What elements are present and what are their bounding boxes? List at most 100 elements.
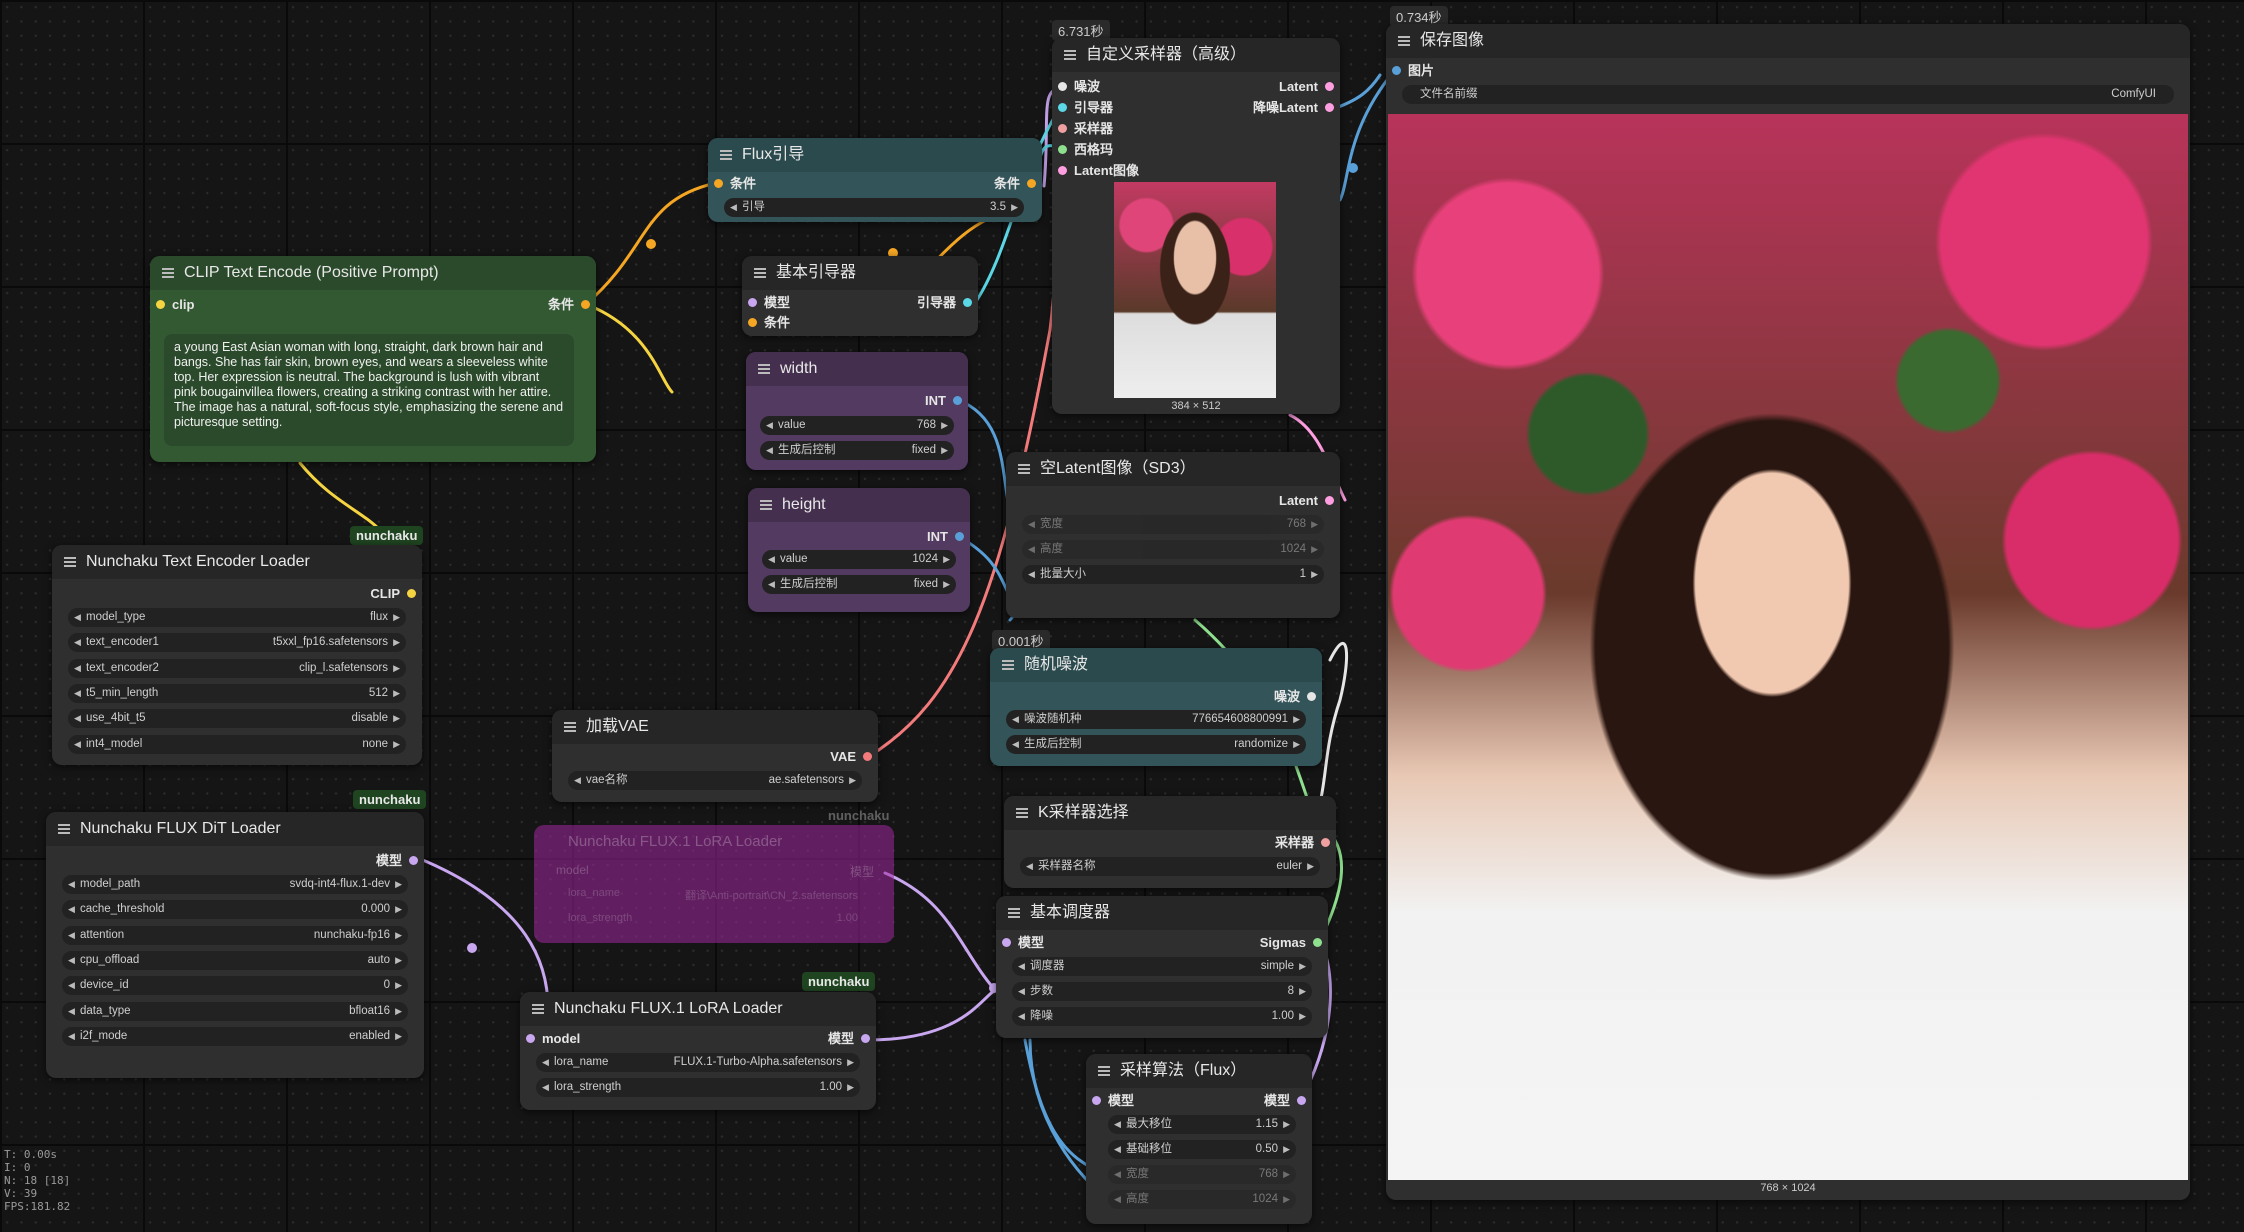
cache-threshold-widget[interactable]: ◀ cache_threshold 0.000 ▶: [62, 900, 408, 920]
model-output[interactable]: 模型: [828, 1030, 876, 1048]
lora-strength-widget[interactable]: ◀ lora_strength 1.00 ▶: [536, 1078, 860, 1097]
menu-icon[interactable]: [1002, 658, 1014, 672]
sampler-input[interactable]: 采样器: [1052, 120, 1113, 138]
use-4bit-t5-widget[interactable]: ◀ use_4bit_t5 disable ▶: [68, 709, 406, 729]
max-shift-widget[interactable]: ◀ 最大移位 1.15 ▶: [1108, 1115, 1296, 1134]
model-output[interactable]: 模型: [376, 852, 424, 870]
width-widget[interactable]: ◀ 宽度 768 ▶: [1022, 515, 1324, 534]
menu-icon[interactable]: [162, 266, 174, 280]
noise-output[interactable]: 噪波: [1274, 688, 1322, 706]
bypassed-lora-loader-node[interactable]: Nunchaku FLUX.1 LoRA Loader model 模型 lor…: [534, 825, 894, 943]
model-output[interactable]: 模型: [850, 863, 874, 880]
menu-icon[interactable]: [720, 148, 732, 162]
menu-icon[interactable]: [1016, 806, 1028, 820]
k-sampler-select-node[interactable]: K采样器选择 采样器 ◀ 采样器名称 euler ▶: [1004, 796, 1336, 888]
height-node[interactable]: height INT ◀ value 1024 ▶ ◀ 生成后控制 fixed ▶: [748, 488, 970, 612]
node-header[interactable]: CLIP Text Encode (Positive Prompt): [150, 256, 596, 290]
dit-loader-node[interactable]: Nunchaku FLUX DiT Loader 模型 ◀ model_path s…: [46, 812, 424, 1078]
conditioning-input[interactable]: 条件: [708, 175, 756, 193]
value-widget[interactable]: ◀ value 768 ▶: [760, 416, 954, 435]
basic-scheduler-node[interactable]: 基本调度器 模型 Sigmas ◀ 调度器 simple ▶ ◀ 步数 8 ▶ ◀ 降噪 1.0…: [996, 896, 1328, 1038]
width-widget[interactable]: ◀ 宽度 768 ▶: [1108, 1165, 1296, 1184]
menu-icon[interactable]: [58, 822, 70, 836]
conditioning-output[interactable]: 条件: [994, 175, 1042, 193]
attention-widget[interactable]: ◀ attention nunchaku-fp16 ▶: [62, 925, 408, 945]
sigmas-output[interactable]: Sigmas: [1260, 934, 1328, 952]
steps-widget[interactable]: ◀ 步数 8 ▶: [1012, 982, 1312, 1001]
int4-model-widget[interactable]: ◀ int4_model none ▶: [68, 734, 406, 754]
vae-loader-node[interactable]: 加载VAE VAE ◀ vae名称 ae.safetensors ▶: [552, 710, 878, 802]
prompt-textarea[interactable]: a young East Asian woman with long, stra…: [164, 334, 574, 446]
menu-icon[interactable]: [564, 720, 576, 734]
model-path-widget[interactable]: ◀ model_path svdq-int4-flux.1-dev ▶: [62, 875, 408, 894]
noise-seed-widget[interactable]: ◀ 噪波随机种 776654608800991 ▶: [1006, 710, 1306, 729]
denoised-latent-output[interactable]: 降噪Latent: [1253, 99, 1340, 117]
latent-output[interactable]: Latent: [1279, 78, 1340, 96]
device-id-widget[interactable]: ◀ device_id 0 ▶: [62, 976, 408, 996]
sampler-name-widget[interactable]: ◀ 采样器名称 euler ▶: [1020, 857, 1320, 876]
node-header[interactable]: 采样算法（Flux）: [1086, 1054, 1312, 1088]
guider-output[interactable]: 引导器: [917, 294, 978, 312]
filename-prefix-widget[interactable]: 文件名前缀 ComfyUI: [1402, 85, 2174, 104]
model-input[interactable]: 模型: [996, 934, 1044, 952]
model-input[interactable]: 模型: [742, 294, 790, 312]
clip-output[interactable]: CLIP: [370, 585, 422, 603]
clip-input[interactable]: clip: [150, 296, 194, 314]
node-header[interactable]: 加载VAE: [552, 710, 878, 744]
random-noise-node[interactable]: 随机噪波 噪波 ◀ 噪波随机种 776654608800991 ▶ ◀ 生成后控制 ran…: [990, 648, 1322, 766]
vae-output[interactable]: VAE: [830, 748, 878, 766]
lora-loader-node[interactable]: Nunchaku FLUX.1 LoRA Loader model 模型 ◀ lo…: [520, 992, 876, 1110]
menu-icon[interactable]: [1064, 48, 1076, 62]
flux-guidance-node[interactable]: Flux引导 条件 条件 ◀ 引导 3.5 ▶: [708, 138, 1042, 222]
sampler-output[interactable]: 采样器: [1275, 834, 1336, 852]
model-input[interactable]: model: [556, 863, 589, 877]
model-type-widget[interactable]: ◀ model_type flux ▶: [68, 608, 406, 627]
node-header[interactable]: width: [746, 352, 968, 386]
basic-guider-node[interactable]: 基本引导器 模型 条件 引导器: [742, 256, 978, 336]
node-header[interactable]: 空Latent图像（SD3）: [1006, 452, 1340, 486]
save-image-node[interactable]: 保存图像 图片 文件名前缀 ComfyUI 768 × 1024: [1386, 24, 2190, 1200]
menu-icon[interactable]: [1098, 1064, 1110, 1078]
node-header[interactable]: 基本引导器: [742, 256, 978, 290]
model-input[interactable]: 模型: [1086, 1092, 1134, 1110]
menu-icon[interactable]: [754, 266, 766, 280]
conditioning-input[interactable]: 条件: [742, 314, 790, 332]
guider-input[interactable]: 引导器: [1052, 99, 1113, 117]
node-header[interactable]: 随机噪波: [990, 648, 1322, 682]
model-input[interactable]: model: [520, 1030, 580, 1048]
latent-image-input[interactable]: Latent图像: [1052, 162, 1139, 180]
menu-icon[interactable]: [758, 362, 770, 376]
noise-input[interactable]: 噪波: [1052, 78, 1100, 96]
node-header[interactable]: K采样器选择: [1004, 796, 1336, 830]
data-type-widget[interactable]: ◀ data_type bfloat16 ▶: [62, 1001, 408, 1021]
height-widget[interactable]: ◀ 高度 1024 ▶: [1108, 1190, 1296, 1209]
int-output[interactable]: INT: [927, 528, 970, 546]
denoise-widget[interactable]: ◀ 降噪 1.00 ▶: [1012, 1007, 1312, 1026]
i2f-mode-widget[interactable]: ◀ i2f_mode enabled ▶: [62, 1026, 408, 1046]
vae-name-widget[interactable]: ◀ vae名称 ae.safetensors ▶: [568, 771, 862, 790]
text-encoder-loader-node[interactable]: Nunchaku Text Encoder Loader CLIP ◀ model…: [52, 545, 422, 765]
model-output[interactable]: 模型: [1264, 1092, 1312, 1110]
menu-icon[interactable]: [532, 1002, 544, 1016]
control-after-generate-widget[interactable]: ◀ 生成后控制 fixed ▶: [762, 575, 956, 594]
guidance-widget[interactable]: ◀ 引导 3.5 ▶: [724, 198, 1024, 217]
menu-icon[interactable]: [1008, 906, 1020, 920]
menu-icon[interactable]: [1018, 462, 1030, 476]
node-header[interactable]: height: [748, 488, 970, 522]
lora-name-widget[interactable]: ◀ lora_name FLUX.1-Turbo-Alpha.safetensors…: [536, 1053, 860, 1072]
menu-icon[interactable]: [760, 498, 772, 512]
custom-sampler-advanced-node[interactable]: 自定义采样器（高级） 噪波 引导器 采样器 西格玛 Latent图像 Laten…: [1052, 38, 1340, 414]
text-encoder2-widget[interactable]: ◀ text_encoder2 clip_l.safetensors ▶: [68, 658, 406, 678]
model-sampling-flux-node[interactable]: 采样算法（Flux） 模型 模型 ◀ 最大移位 1.15 ▶ ◀ 基础移位 0.50 ▶ ◀…: [1086, 1054, 1312, 1224]
height-widget[interactable]: ◀ 高度 1024 ▶: [1022, 540, 1324, 559]
base-shift-widget[interactable]: ◀ 基础移位 0.50 ▶: [1108, 1140, 1296, 1159]
clip-text-encode-node[interactable]: CLIP Text Encode (Positive Prompt) clip …: [150, 256, 596, 462]
node-header[interactable]: Flux引导: [708, 138, 1042, 172]
empty-latent-sd3-node[interactable]: 空Latent图像（SD3） Latent ◀ 宽度 768 ▶ ◀ 高度 1024 ▶ ◀…: [1006, 452, 1340, 618]
control-after-generate-widget[interactable]: ◀ 生成后控制 randomize ▶: [1006, 735, 1306, 754]
cpu-offload-widget[interactable]: ◀ cpu_offload auto ▶: [62, 950, 408, 970]
latent-output[interactable]: Latent: [1279, 492, 1340, 510]
menu-icon[interactable]: [64, 555, 76, 569]
images-input[interactable]: 图片: [1386, 62, 1434, 80]
control-after-generate-widget[interactable]: ◀ 生成后控制 fixed ▶: [760, 441, 954, 460]
